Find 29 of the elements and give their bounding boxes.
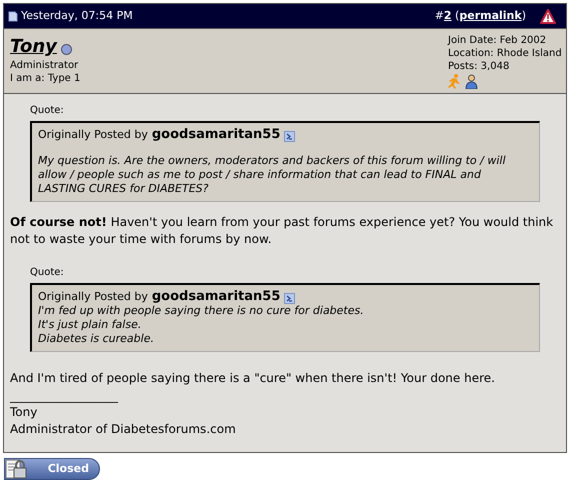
view-post-icon[interactable]: [284, 292, 296, 304]
join-date: Join Date: Feb 2002: [448, 34, 548, 47]
user-type: I am a: Type 1: [10, 72, 80, 85]
quote-text: It's just plain false.: [38, 318, 142, 332]
quote-text: My question is. Are the owners, moderators and backers of this forum willing to / will allow / people such as me to post / share information that can lead to FINAL and LASTING CURES for DIABETES?: [38, 154, 507, 196]
quote-attribution: Originally Posted by: [38, 290, 148, 304]
quote-author: goodsamaritan55: [152, 128, 280, 142]
view-post-icon[interactable]: [284, 130, 296, 142]
post-text: Of course not! Haven't you learn from your past forums experience yet? You would think not to waste your time with forums by now.: [10, 214, 554, 248]
quote-text: Diabetes is cureable.: [38, 332, 154, 346]
post-count: Posts: 3,048: [448, 60, 510, 73]
user-location: Location: Rhode Island: [448, 47, 560, 60]
quote-text: I'm fed up with people saying there is no cure for diabetes.: [38, 304, 364, 318]
quote-author: goodsamaritan55: [152, 290, 280, 304]
document-icon: [8, 10, 18, 22]
quote-label: Quote:: [30, 266, 64, 280]
signature-rule: __________________: [10, 389, 118, 404]
quote-attribution: Originally Posted by: [38, 128, 148, 142]
post-text: And I'm tired of people saying there is a "cure" when there isn't! Your done here.: [10, 370, 496, 387]
quote-label: Quote:: [30, 104, 64, 118]
signature-text: Tony: [10, 404, 38, 421]
post-timestamp: Yesterday, 07:54 PM: [21, 8, 133, 24]
closed-thread-button[interactable]: Closed: [4, 458, 100, 480]
report-warning-icon[interactable]: [540, 8, 556, 24]
person-icon[interactable]: [465, 74, 478, 89]
post-number-link[interactable]: #2 (permalink): [434, 8, 526, 24]
username-link[interactable]: Tony: [10, 37, 57, 57]
signature-text: Administrator of Diabetesforums.com: [10, 421, 236, 438]
user-title: Administrator: [10, 59, 80, 72]
